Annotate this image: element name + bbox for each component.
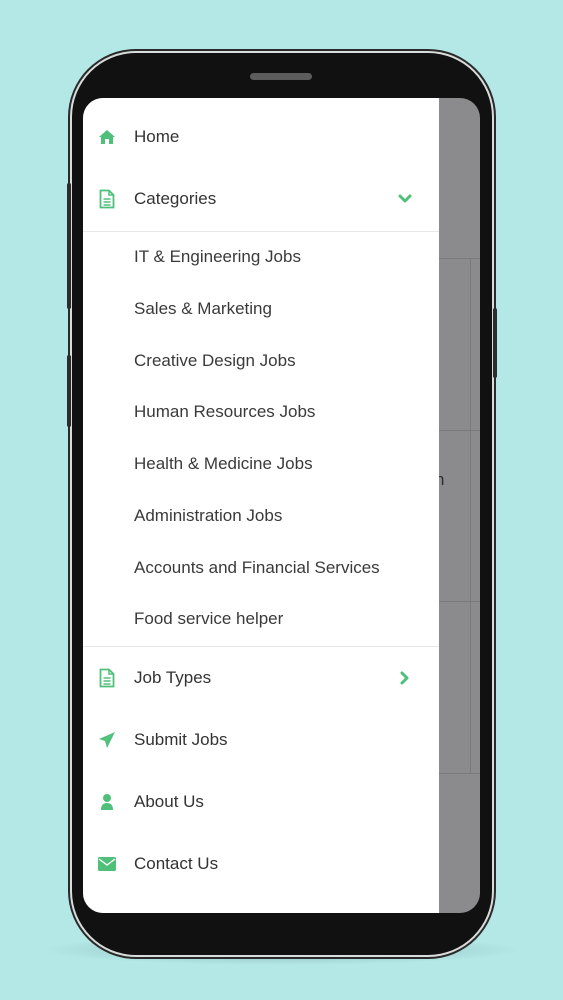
background-card-border — [439, 773, 480, 774]
background-card-edge — [470, 258, 471, 773]
document-icon — [97, 189, 117, 209]
category-item-accounts-financial[interactable]: Accounts and Financial Services — [134, 558, 380, 578]
menu-item-contact-us-label: Contact Us — [134, 854, 219, 873]
menu-item-home[interactable]: Home — [83, 109, 439, 165]
category-item-it-engineering[interactable]: IT & Engineering Jobs — [134, 247, 301, 267]
chevron-down-icon[interactable] — [397, 191, 413, 207]
document-icon — [97, 668, 117, 688]
envelope-icon — [97, 854, 117, 874]
category-item-food-service[interactable]: Food service helper — [134, 609, 283, 629]
menu-item-categories[interactable]: Categories — [83, 171, 439, 227]
category-item-administration[interactable]: Administration Jobs — [134, 506, 282, 526]
menu-item-about-us-label: About Us — [134, 792, 204, 811]
menu-item-categories-label: Categories — [134, 189, 217, 208]
menu-item-submit-jobs-label: Submit Jobs — [134, 730, 228, 749]
screen: n Home Categories IT & Engineering Jobs … — [83, 98, 480, 913]
power-button — [493, 308, 497, 378]
categories-divider-bottom — [83, 646, 439, 647]
volume-down-button — [67, 355, 71, 427]
background-card-border — [439, 601, 480, 602]
categories-divider-top — [83, 231, 439, 232]
category-item-human-resources[interactable]: Human Resources Jobs — [134, 402, 315, 422]
home-icon — [97, 127, 117, 147]
menu-item-home-label: Home — [134, 127, 180, 146]
menu-item-about-us[interactable]: About Us — [83, 774, 439, 830]
speaker-grille — [250, 73, 312, 80]
volume-up-button — [67, 183, 71, 309]
menu-item-contact-us[interactable]: Contact Us — [83, 836, 439, 892]
menu-item-job-types[interactable]: Job Types — [83, 650, 439, 706]
chevron-right-icon[interactable] — [397, 670, 413, 686]
background-card-border — [439, 258, 480, 259]
category-item-sales-marketing[interactable]: Sales & Marketing — [134, 299, 272, 319]
category-item-health-medicine[interactable]: Health & Medicine Jobs — [134, 454, 313, 474]
menu-item-submit-jobs[interactable]: Submit Jobs — [83, 712, 439, 768]
phone-frame: n Home Categories IT & Engineering Jobs … — [67, 53, 497, 955]
background-card-border — [439, 430, 480, 431]
user-icon — [97, 792, 117, 812]
category-item-creative-design[interactable]: Creative Design Jobs — [134, 351, 296, 371]
menu-item-job-types-label: Job Types — [134, 668, 212, 687]
navigation-drawer: Home Categories IT & Engineering Jobs Sa… — [83, 98, 439, 913]
paper-plane-icon — [97, 730, 117, 750]
